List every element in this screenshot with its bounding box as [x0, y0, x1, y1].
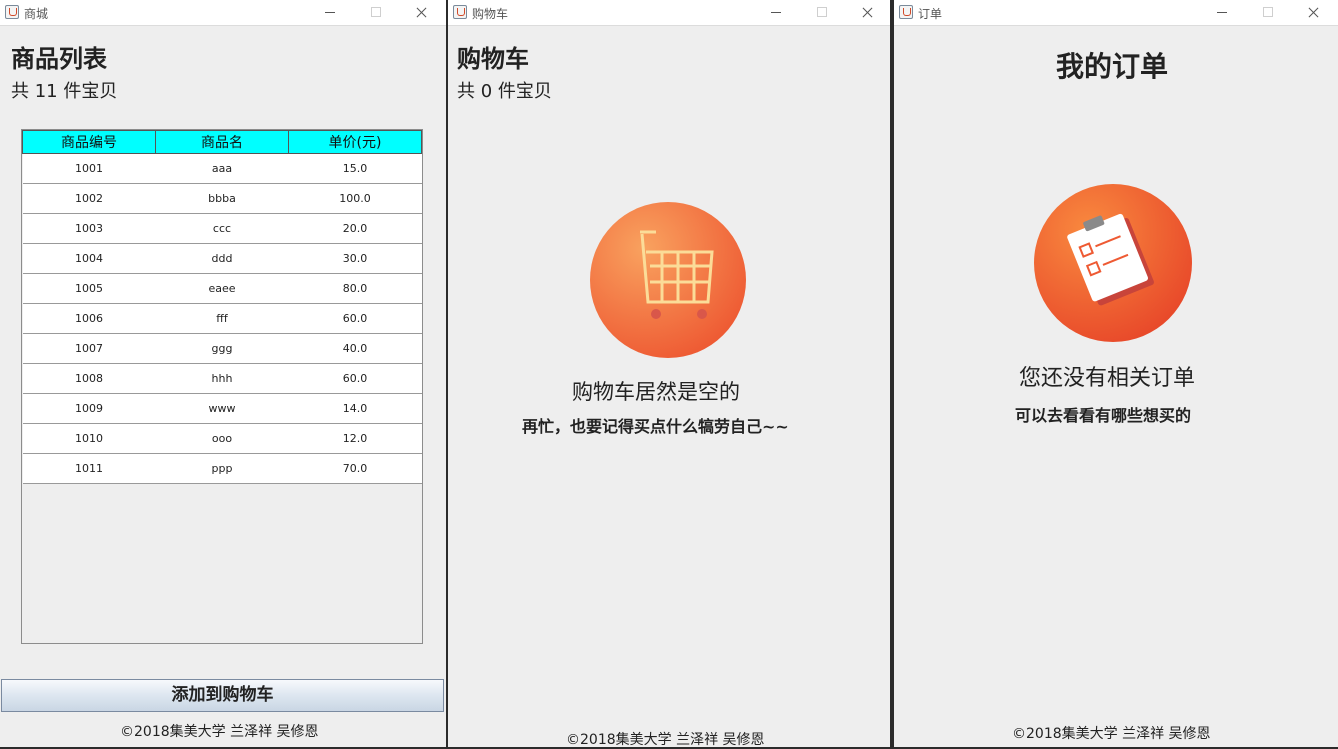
footer-copyright: ©2018集美大学 兰泽祥 吴修恩 [1012, 726, 1211, 742]
cell-name[interactable]: hhh [155, 363, 289, 394]
table-row[interactable]: 1003 ccc 20.0 [22, 213, 422, 244]
cell-id[interactable]: 1009 [22, 393, 156, 424]
cell-name[interactable]: eaee [155, 273, 289, 304]
item-count: 共 0 件宝贝 [457, 81, 552, 102]
cell-price[interactable]: 30.0 [288, 243, 422, 274]
java-app-icon [453, 5, 467, 19]
cell-id[interactable]: 1002 [22, 183, 156, 214]
empty-cart-subtitle: 再忙，也要记得买点什么犒劳自己~~ [522, 417, 789, 436]
minimize-icon[interactable] [320, 3, 340, 21]
cell-price[interactable]: 15.0 [288, 153, 422, 184]
window-title: 购物车 [472, 7, 509, 21]
table-row[interactable]: 1002 bbba 100.0 [22, 183, 422, 214]
cell-price[interactable]: 100.0 [288, 183, 422, 214]
table-row[interactable]: 1001 aaa 15.0 [22, 153, 422, 184]
shop-window: 商城 商品列表 共 11 件宝贝 商品编号 商品名 单价(元) 1001 aaa 1… [0, 0, 446, 747]
page-title: 我的订单 [1056, 50, 1169, 83]
product-table[interactable]: 商品编号 商品名 单价(元) 1001 aaa 15.0 1002 bbba 100.0 1… [21, 129, 423, 644]
cell-id[interactable]: 1005 [22, 273, 156, 304]
cell-price[interactable]: 70.0 [288, 453, 422, 484]
cell-id[interactable]: 1006 [22, 303, 156, 334]
cell-price[interactable]: 60.0 [288, 303, 422, 334]
item-count: 共 11 件宝贝 [11, 81, 118, 102]
maximize-icon[interactable] [812, 3, 832, 21]
cell-name[interactable]: ccc [155, 213, 289, 244]
cell-name[interactable]: aaa [155, 153, 289, 184]
cart-titlebar[interactable]: 购物车 [448, 0, 890, 26]
column-header-id[interactable]: 商品编号 [22, 130, 156, 154]
footer-copyright: ©2018集美大学 兰泽祥 吴修恩 [120, 724, 319, 740]
cell-id[interactable]: 1004 [22, 243, 156, 274]
cell-price[interactable]: 80.0 [288, 273, 422, 304]
java-app-icon [5, 5, 19, 19]
window-title: 订单 [918, 7, 943, 21]
empty-cart-title: 购物车居然是空的 [572, 380, 740, 404]
maximize-icon[interactable] [366, 3, 386, 21]
cell-id[interactable]: 1003 [22, 213, 156, 244]
cell-name[interactable]: ppp [155, 453, 289, 484]
table-row[interactable]: 1010 ooo 12.0 [22, 423, 422, 454]
window-title: 商城 [24, 7, 49, 21]
orders-window: 订单 我的订单 您还没有相关订单 可以去看看有哪些想买的 ©2018集美大学 兰… [894, 0, 1338, 747]
cell-name[interactable]: bbba [155, 183, 289, 214]
column-header-price[interactable]: 单价(元) [288, 130, 422, 154]
table-row[interactable]: 1011 ppp 70.0 [22, 453, 422, 484]
add-to-cart-button[interactable]: 添加到购物车 [1, 679, 444, 712]
cell-id[interactable]: 1010 [22, 423, 156, 454]
cell-id[interactable]: 1011 [22, 453, 156, 484]
footer-copyright: ©2018集美大学 兰泽祥 吴修恩 [566, 732, 765, 748]
empty-orders-title: 您还没有相关订单 [1019, 366, 1196, 391]
cell-id[interactable]: 1007 [22, 333, 156, 364]
shop-titlebar[interactable]: 商城 [0, 0, 446, 26]
cart-window: 购物车 购物车 共 0 件宝贝 购物车居然是空的 再忙，也要记得买点什么犒劳自己… [448, 0, 890, 748]
cell-price[interactable]: 40.0 [288, 333, 422, 364]
table-row[interactable]: 1006 fff 60.0 [22, 303, 422, 334]
empty-cart-illustration-icon [590, 202, 746, 358]
cell-price[interactable]: 12.0 [288, 423, 422, 454]
java-app-icon [899, 5, 913, 19]
close-icon[interactable] [1304, 3, 1324, 21]
table-row[interactable]: 1009 www 14.0 [22, 393, 422, 424]
page-title: 购物车 [457, 45, 529, 73]
cell-name[interactable]: ddd [155, 243, 289, 274]
minimize-icon[interactable] [1212, 3, 1232, 21]
empty-orders-subtitle: 可以去看看有哪些想买的 [1015, 406, 1192, 425]
cell-price[interactable]: 60.0 [288, 363, 422, 394]
table-row[interactable]: 1007 ggg 40.0 [22, 333, 422, 364]
cell-price[interactable]: 20.0 [288, 213, 422, 244]
orders-titlebar[interactable]: 订单 [894, 0, 1338, 26]
table-row[interactable]: 1004 ddd 30.0 [22, 243, 422, 274]
cell-id[interactable]: 1008 [22, 363, 156, 394]
cell-price[interactable]: 14.0 [288, 393, 422, 424]
maximize-icon[interactable] [1258, 3, 1278, 21]
close-icon[interactable] [858, 3, 878, 21]
cell-id[interactable]: 1001 [22, 153, 156, 184]
page-title: 商品列表 [11, 45, 107, 73]
cell-name[interactable]: ggg [155, 333, 289, 364]
table-row[interactable]: 1005 eaee 80.0 [22, 273, 422, 304]
column-header-name[interactable]: 商品名 [155, 130, 289, 154]
cell-name[interactable]: www [155, 393, 289, 424]
cell-name[interactable]: fff [155, 303, 289, 334]
cell-name[interactable]: ooo [155, 423, 289, 454]
minimize-icon[interactable] [766, 3, 786, 21]
empty-orders-illustration-icon [1034, 184, 1192, 342]
close-icon[interactable] [412, 3, 432, 21]
table-row[interactable]: 1008 hhh 60.0 [22, 363, 422, 394]
